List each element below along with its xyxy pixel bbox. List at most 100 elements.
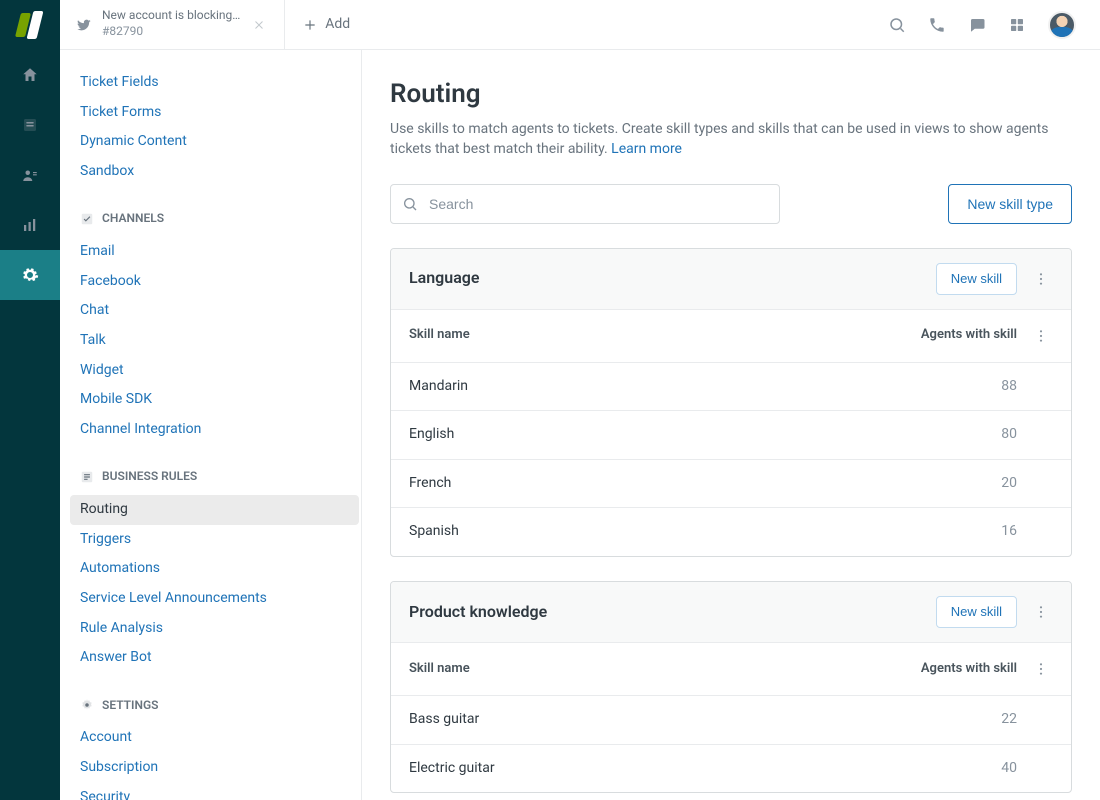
nav-admin[interactable]: [0, 250, 60, 300]
sidebar-item-chat[interactable]: Chat: [70, 296, 359, 326]
nav-home[interactable]: [0, 50, 60, 100]
skill-group-head: Product knowledge New skill: [391, 582, 1071, 643]
th-skill-name: Skill name: [409, 326, 877, 344]
sidebar-item-mobile-sdk[interactable]: Mobile SDK: [70, 385, 359, 415]
skill-name: Mandarin: [409, 377, 877, 397]
skill-name: Electric guitar: [409, 759, 877, 779]
page-description-text: Use skills to match agents to tickets. C…: [390, 121, 1048, 157]
close-icon[interactable]: [250, 16, 268, 34]
section-settings-label: Settings: [102, 697, 159, 714]
search-icon: [402, 196, 418, 212]
th-agents: Agents with skill: [877, 326, 1017, 344]
skill-group-title: Product knowledge: [409, 601, 547, 623]
sidebar-item-talk[interactable]: Talk: [70, 326, 359, 356]
rules-icon: [80, 470, 94, 484]
column-options-icon[interactable]: [1029, 657, 1053, 681]
table-row[interactable]: Bass guitar22: [391, 696, 1071, 745]
section-settings: Settings: [80, 697, 349, 714]
brand-logo[interactable]: [18, 0, 42, 50]
nav-customers[interactable]: [0, 150, 60, 200]
skill-name: French: [409, 474, 877, 494]
skill-count: 16: [877, 522, 1017, 542]
th-agents: Agents with skill: [877, 660, 1017, 678]
add-tab-label: Add: [325, 15, 350, 35]
sidebar-item-service-level-announcements[interactable]: Service Level Announcements: [70, 584, 359, 614]
phone-icon[interactable]: [928, 16, 946, 34]
section-rules-label: Business Rules: [102, 468, 197, 485]
new-skill-button[interactable]: New skill: [936, 263, 1017, 295]
learn-more-link[interactable]: Learn more: [611, 141, 682, 157]
bar-chart-icon: [21, 216, 39, 234]
sidebar-item-subscription[interactable]: Subscription: [70, 753, 359, 783]
skill-count: 22: [877, 710, 1017, 730]
overflow-menu-icon[interactable]: [1029, 267, 1053, 291]
chat-icon[interactable]: [968, 16, 986, 34]
twitter-icon: [76, 17, 92, 33]
checklist-icon: [80, 212, 94, 226]
sidebar-item-routing[interactable]: Routing: [70, 495, 359, 525]
column-options-icon[interactable]: [1029, 324, 1053, 348]
skill-group-head: Language New skill: [391, 249, 1071, 310]
add-tab-button[interactable]: Add: [285, 15, 368, 35]
sidebar-item-rule-analysis[interactable]: Rule Analysis: [70, 614, 359, 644]
table-row[interactable]: Spanish16: [391, 508, 1071, 556]
sidebar-item-widget[interactable]: Widget: [70, 356, 359, 386]
menu-channels: EmailFacebookChatTalkWidgetMobile SDKCha…: [80, 237, 349, 444]
skill-group: Product knowledge New skill Skill nameAgen…: [390, 581, 1072, 793]
sidebar-item-answer-bot[interactable]: Answer Bot: [70, 643, 359, 673]
sidebar-item-dynamic-content[interactable]: Dynamic Content: [70, 127, 359, 157]
skill-name: English: [409, 425, 877, 445]
overflow-menu-icon[interactable]: [1029, 600, 1053, 624]
nav-views[interactable]: [0, 100, 60, 150]
search-icon[interactable]: [888, 16, 906, 34]
list-icon: [21, 116, 39, 134]
page-title: Routing: [390, 76, 1072, 112]
tab-subtitle: #82790: [102, 24, 143, 38]
new-skill-button[interactable]: New skill: [936, 596, 1017, 628]
users-icon: [21, 166, 39, 184]
open-tab[interactable]: New account is blocking… #82790: [60, 0, 285, 50]
toolbar: New skill type: [390, 184, 1072, 224]
sidebar-item-sandbox[interactable]: Sandbox: [70, 157, 359, 187]
main-content: Routing Use skills to match agents to ti…: [362, 50, 1100, 800]
menu-settings: AccountSubscriptionSecurity: [80, 723, 349, 800]
topbar: New account is blocking… #82790 Add: [60, 0, 1100, 50]
table-row[interactable]: Electric guitar40: [391, 745, 1071, 793]
new-skill-type-button[interactable]: New skill type: [948, 184, 1072, 224]
skill-name: Bass guitar: [409, 710, 877, 730]
search-wrap: [390, 184, 780, 224]
search-input[interactable]: [390, 184, 780, 224]
sidebar-item-security[interactable]: Security: [70, 783, 359, 800]
home-icon: [21, 66, 39, 84]
sidebar-item-ticket-fields[interactable]: Ticket Fields: [70, 68, 359, 98]
skill-count: 80: [877, 425, 1017, 445]
menu-top: Ticket FieldsTicket FormsDynamic Content…: [80, 68, 349, 186]
sidebar-item-triggers[interactable]: Triggers: [70, 525, 359, 555]
table-row[interactable]: English80: [391, 411, 1071, 460]
table-header: Skill nameAgents with skill: [391, 643, 1071, 696]
apps-icon[interactable]: [1008, 16, 1026, 34]
skill-count: 40: [877, 759, 1017, 779]
skill-group-title: Language: [409, 267, 480, 289]
admin-sidebar: Ticket FieldsTicket FormsDynamic Content…: [60, 50, 362, 800]
sidebar-item-account[interactable]: Account: [70, 723, 359, 753]
section-channels-label: Channels: [102, 210, 164, 227]
sidebar-item-automations[interactable]: Automations: [70, 554, 359, 584]
sidebar-item-email[interactable]: Email: [70, 237, 359, 267]
skill-name: Spanish: [409, 522, 877, 542]
sidebar-item-channel-integration[interactable]: Channel Integration: [70, 415, 359, 445]
table-row[interactable]: Mandarin88: [391, 363, 1071, 412]
sidebar-item-facebook[interactable]: Facebook: [70, 267, 359, 297]
cog-icon: [80, 698, 94, 712]
avatar[interactable]: [1048, 11, 1076, 39]
nav-reporting[interactable]: [0, 200, 60, 250]
menu-rules: RoutingTriggersAutomationsService Level …: [80, 495, 349, 673]
section-channels: Channels: [80, 210, 349, 227]
sidebar-item-ticket-forms[interactable]: Ticket Forms: [70, 98, 359, 128]
table-row[interactable]: French20: [391, 460, 1071, 509]
section-rules: Business Rules: [80, 468, 349, 485]
skill-group: Language New skill Skill nameAgents with s…: [390, 248, 1072, 557]
page-description: Use skills to match agents to tickets. C…: [390, 120, 1072, 159]
global-rail: [0, 0, 60, 800]
gear-icon: [21, 266, 39, 284]
